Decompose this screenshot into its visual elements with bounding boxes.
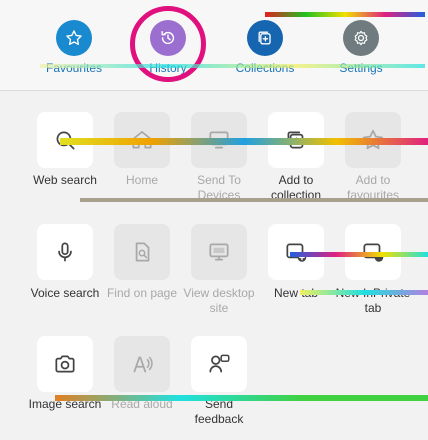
highlight-ring	[130, 6, 206, 82]
camera-icon	[55, 355, 75, 373]
glitch-strip	[40, 64, 425, 68]
read-aloud-button[interactable]	[114, 336, 170, 392]
feedback-icon	[209, 354, 230, 373]
find-on-page-button[interactable]	[114, 224, 170, 280]
collections-icon	[247, 20, 283, 56]
microphone-icon	[58, 242, 72, 262]
voice-search-label: Voice search	[30, 286, 100, 300]
gear-icon	[343, 20, 379, 56]
glitch-strip	[80, 198, 428, 202]
glitch-strip	[290, 252, 428, 257]
star-icon	[56, 20, 92, 56]
glitch-strip	[60, 138, 428, 145]
glitch-strip	[55, 395, 428, 401]
desktop-icon	[209, 243, 229, 261]
view-desktop-site-label: View desktop site	[183, 286, 255, 315]
view-desktop-site-button[interactable]	[191, 224, 247, 280]
home-label: Home	[125, 173, 158, 187]
voice-search-button[interactable]	[37, 224, 93, 280]
find-on-page-icon	[135, 242, 150, 262]
glitch-strip	[265, 12, 425, 17]
find-on-page-label: Find on page	[106, 286, 178, 300]
read-aloud-icon	[133, 356, 153, 373]
send-feedback-label: Send feedback	[194, 397, 244, 426]
web-search-label: Web search	[33, 173, 97, 187]
divider	[0, 90, 428, 91]
image-search-button[interactable]	[37, 336, 93, 392]
glitch-strip	[300, 290, 428, 295]
send-feedback-button[interactable]	[191, 336, 247, 392]
favourites-button[interactable]: Favourites	[31, 0, 117, 90]
